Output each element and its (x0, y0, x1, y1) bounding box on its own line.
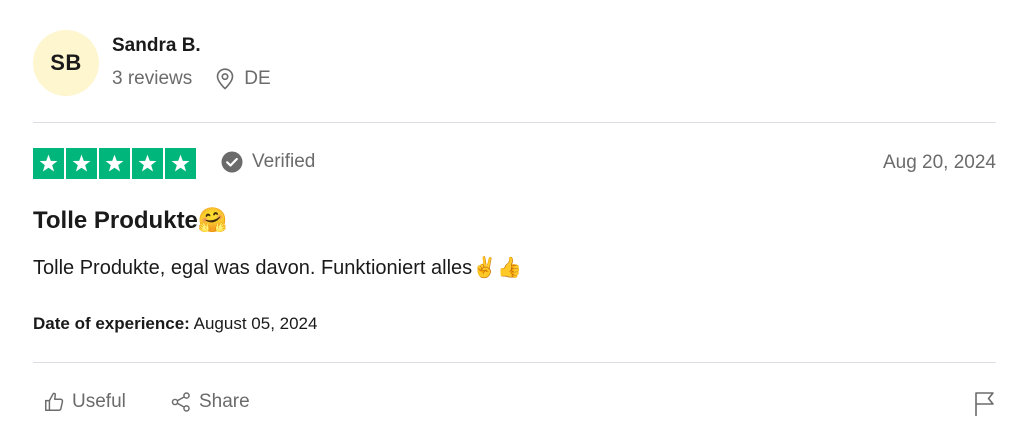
report-flag-button[interactable] (973, 390, 997, 423)
reviewer-name[interactable]: Sandra B. (112, 35, 201, 57)
thumbs-up-icon (43, 391, 65, 413)
header-divider (33, 122, 996, 123)
location-pin-icon (216, 68, 234, 90)
experience-label: Date of experience: (33, 314, 190, 333)
star-icon (165, 148, 196, 179)
reviewer-country: DE (244, 68, 271, 89)
review-date: Aug 20, 2024 (882, 152, 996, 173)
experience-date: August 05, 2024 (193, 314, 318, 333)
review-body: Tolle Produkte, egal was davon. Funktion… (33, 257, 522, 279)
reviewer-meta: 3 reviews DE (112, 68, 271, 90)
avatar[interactable]: SB (33, 30, 99, 96)
star-icon (33, 148, 64, 179)
useful-label: Useful (72, 391, 126, 412)
star-icon (132, 148, 163, 179)
star-icon (99, 148, 130, 179)
verified-badge[interactable]: Verified (221, 151, 315, 173)
star-rating (33, 148, 196, 179)
verified-check-icon (221, 151, 243, 173)
useful-button[interactable]: Useful (43, 391, 126, 413)
review-title: Tolle Produkte🤗 (33, 207, 228, 234)
star-icon (66, 148, 97, 179)
share-label: Share (199, 391, 250, 412)
reviews-count: 3 reviews (112, 68, 193, 89)
date-of-experience: Date of experience: August 05, 2024 (33, 314, 317, 334)
review-card: SB Sandra B. 3 reviews DE Verified Aug 2… (0, 0, 1024, 432)
share-icon (170, 391, 192, 413)
footer-divider (33, 362, 996, 363)
share-button[interactable]: Share (170, 391, 250, 413)
verified-label: Verified (252, 151, 316, 172)
flag-icon (973, 390, 997, 418)
avatar-initials: SB (50, 50, 82, 75)
